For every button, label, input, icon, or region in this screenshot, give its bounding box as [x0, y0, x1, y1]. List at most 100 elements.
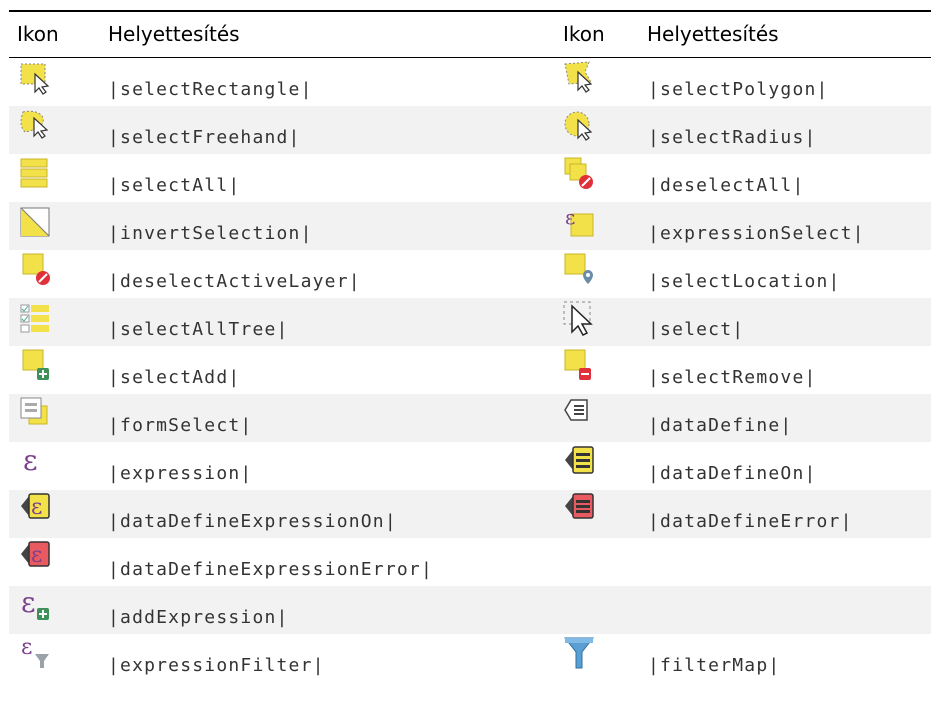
table-row: ε |dataDefineExpressionError| [9, 538, 931, 586]
header-icon-right: Ikon [563, 22, 605, 46]
substitution-code: |dataDefineError| [648, 511, 853, 532]
select-cursor-icon [561, 300, 597, 336]
icon-cell [9, 154, 98, 202]
icon-cell [557, 634, 639, 681]
select-location-icon [561, 252, 597, 288]
svg-text:ε: ε [31, 495, 42, 520]
substitution-cell: |dataDefineExpressionOn| [98, 490, 557, 538]
substitution-cell: |invertSelection| [98, 202, 557, 250]
icon-cell [557, 298, 639, 346]
table-row: |selectFreehand| |selectRadius| [9, 106, 931, 154]
substitution-code: |selectAll| [108, 175, 241, 196]
select-all-tree-icon [17, 300, 53, 336]
substitution-code: |addExpression| [108, 607, 289, 628]
icon-cell [9, 394, 98, 442]
substitution-code: |selectRemove| [648, 367, 817, 388]
icon-cell [557, 106, 639, 154]
substitution-cell [639, 586, 931, 634]
table-row: |selectAll| |deselectAll| [9, 154, 931, 202]
icon-cell [557, 346, 639, 394]
table-row: |formSelect| |dataDefine| [9, 394, 931, 442]
substitution-cell: |expressionSelect| [639, 202, 931, 250]
substitution-table: Ikon Helyettesítés Ikon Helyettesítés |s… [9, 10, 931, 681]
substitution-cell: |selectPolygon| [639, 58, 931, 106]
data-define-error-icon [561, 492, 597, 528]
select-polygon-icon [561, 60, 597, 96]
icon-cell [9, 58, 98, 106]
icon-cell: ε [9, 586, 98, 634]
table-header: Ikon Helyettesítés Ikon Helyettesítés [9, 12, 931, 58]
icon-cell: ε [9, 538, 98, 586]
table-row: |selectAllTree| |select| [9, 298, 931, 346]
substitution-code: |dataDefineExpressionError| [108, 559, 433, 580]
expression-icon: ε [17, 444, 53, 480]
icon-cell [557, 250, 639, 298]
substitution-cell: |selectRadius| [639, 106, 931, 154]
data-define-icon [561, 396, 597, 432]
icon-cell: ε [9, 442, 98, 490]
substitution-code: |selectFreehand| [108, 127, 301, 148]
substitution-code: |expressionSelect| [648, 223, 865, 244]
select-freehand-icon [17, 108, 53, 144]
substitution-code: |select| [648, 319, 745, 340]
icon-cell: ε [557, 202, 639, 250]
icon-cell: ε [9, 634, 98, 681]
form-select-icon [17, 396, 53, 432]
table-row: ε |expressionFilter| |filterMap| [9, 634, 931, 681]
substitution-code: |deselectAll| [648, 175, 805, 196]
substitution-code: |dataDefine| [648, 415, 793, 436]
expression-filter-icon: ε [17, 636, 53, 672]
table-row: ε |addExpression| [9, 586, 931, 634]
icon-cell [557, 58, 639, 106]
substitution-code: |deselectActiveLayer| [108, 271, 361, 292]
substitution-cell [639, 538, 931, 586]
substitution-cell: |dataDefineOn| [639, 442, 931, 490]
icon-cell: ε [9, 490, 98, 538]
select-remove-icon [561, 348, 597, 384]
select-add-icon [17, 348, 53, 384]
deselect-active-layer-icon [17, 252, 53, 288]
svg-text:ε: ε [565, 205, 575, 229]
icon-cell [9, 346, 98, 394]
icon-cell [557, 394, 639, 442]
select-rectangle-icon [17, 60, 53, 96]
substitution-cell: |selectRemove| [639, 346, 931, 394]
data-define-on-icon [561, 444, 597, 480]
icon-cell [557, 442, 639, 490]
substitution-code: |selectLocation| [648, 271, 841, 292]
substitution-code: |formSelect| [108, 415, 253, 436]
table-row: |selectRectangle| |selectPolygon| [9, 58, 931, 106]
deselect-all-icon [561, 156, 597, 192]
icon-cell [9, 250, 98, 298]
substitution-code: |expression| [108, 463, 253, 484]
substitution-cell: |selectFreehand| [98, 106, 557, 154]
substitution-code: |filterMap| [648, 655, 781, 676]
substitution-code: |expressionFilter| [108, 655, 325, 676]
icon-cell [557, 154, 639, 202]
data-define-expression-error-icon: ε [17, 540, 53, 576]
substitution-cell: |selectAll| [98, 154, 557, 202]
svg-text:ε: ε [31, 543, 42, 568]
substitution-code: |dataDefineOn| [648, 463, 817, 484]
header-icon-left: Ikon [17, 22, 59, 46]
filter-map-icon [561, 636, 597, 672]
icon-cell [557, 538, 639, 586]
substitution-cell: |dataDefineError| [639, 490, 931, 538]
icon-cell [557, 490, 639, 538]
table-row: ε |expression| |dataDefineOn| [9, 442, 931, 490]
substitution-cell: |selectRectangle| [98, 58, 557, 106]
icon-cell [9, 106, 98, 154]
substitution-cell: |expressionFilter| [98, 634, 557, 681]
table-row: |invertSelection| ε |expressionSelect| [9, 202, 931, 250]
substitution-code: |selectRadius| [648, 127, 817, 148]
substitution-code: |invertSelection| [108, 223, 313, 244]
substitution-code: |dataDefineExpressionOn| [108, 511, 397, 532]
svg-text:ε: ε [21, 636, 32, 660]
table-row: |selectAdd| |selectRemove| [9, 346, 931, 394]
select-all-icon [17, 156, 53, 192]
expression-select-icon: ε [561, 204, 597, 240]
icon-cell [9, 298, 98, 346]
substitution-cell: |selectLocation| [639, 250, 931, 298]
add-expression-icon: ε [17, 588, 53, 624]
substitution-cell: |selectAdd| [98, 346, 557, 394]
